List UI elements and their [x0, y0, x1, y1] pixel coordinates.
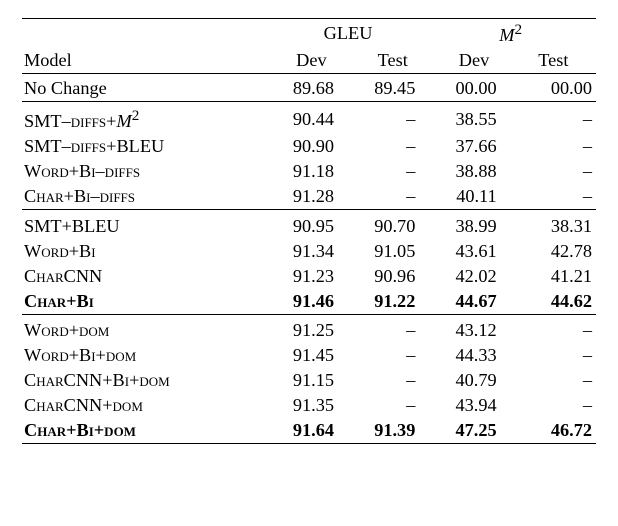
- table-row: CharCNN+dom91.35–43.94–: [22, 393, 596, 418]
- value-cell: –: [515, 159, 596, 184]
- value-cell: 38.99: [433, 214, 514, 239]
- value-cell: 90.90: [271, 134, 352, 159]
- value-cell: 91.05: [352, 239, 433, 264]
- value-cell: 41.21: [515, 264, 596, 289]
- value-cell: 44.33: [433, 343, 514, 368]
- value-cell: 90.95: [271, 214, 352, 239]
- gleu-test-header: Test: [352, 48, 433, 74]
- table-row: Word+dom91.25–43.12–: [22, 318, 596, 343]
- table-row: Word+Bi91.3491.0543.6142.78: [22, 239, 596, 264]
- value-cell: –: [515, 184, 596, 210]
- value-cell: 91.22: [352, 289, 433, 315]
- value-cell: –: [352, 159, 433, 184]
- value-cell: –: [352, 343, 433, 368]
- value-cell: 47.25: [433, 418, 514, 444]
- value-cell: 43.12: [433, 318, 514, 343]
- table-row: SMT–diffs+M290.44–38.55–: [22, 105, 596, 134]
- model-name: CharCNN: [22, 264, 271, 289]
- value-cell: 38.88: [433, 159, 514, 184]
- model-name: Word+dom: [22, 318, 271, 343]
- value-cell: 38.31: [515, 214, 596, 239]
- table-row: Char+Bi91.4691.2244.6744.62: [22, 289, 596, 315]
- header-row-1: GLEU M2: [22, 19, 596, 49]
- value-cell: 91.23: [271, 264, 352, 289]
- value-cell: 43.94: [433, 393, 514, 418]
- gleu-header: GLEU: [271, 19, 434, 49]
- value-cell: 89.45: [352, 76, 433, 102]
- model-name: SMT+BLEU: [22, 214, 271, 239]
- value-cell: –: [352, 393, 433, 418]
- m2-dev-header: Dev: [433, 48, 514, 74]
- value-cell: 91.64: [271, 418, 352, 444]
- value-cell: 89.68: [271, 76, 352, 102]
- value-cell: 91.18: [271, 159, 352, 184]
- value-cell: 91.28: [271, 184, 352, 210]
- value-cell: –: [515, 318, 596, 343]
- value-cell: 46.72: [515, 418, 596, 444]
- value-cell: –: [352, 105, 433, 134]
- value-cell: –: [515, 134, 596, 159]
- value-cell: 42.78: [515, 239, 596, 264]
- value-cell: 90.96: [352, 264, 433, 289]
- value-cell: 38.55: [433, 105, 514, 134]
- value-cell: –: [352, 368, 433, 393]
- model-name: Char+Bi–diffs: [22, 184, 271, 210]
- model-name: CharCNN+dom: [22, 393, 271, 418]
- model-name: Char+Bi+dom: [22, 418, 271, 444]
- value-cell: 42.02: [433, 264, 514, 289]
- value-cell: –: [352, 134, 433, 159]
- header-row-2: Model Dev Test Dev Test: [22, 48, 596, 74]
- value-cell: 90.44: [271, 105, 352, 134]
- value-cell: –: [515, 368, 596, 393]
- model-name: SMT–diffs+M2: [22, 105, 271, 134]
- table-row: SMT+BLEU90.9590.7038.9938.31: [22, 214, 596, 239]
- value-cell: –: [515, 393, 596, 418]
- model-name: CharCNN+Bi+dom: [22, 368, 271, 393]
- table-row: Word+Bi–diffs91.18–38.88–: [22, 159, 596, 184]
- table-row: Word+Bi+dom91.45–44.33–: [22, 343, 596, 368]
- value-cell: –: [515, 105, 596, 134]
- value-cell: 37.66: [433, 134, 514, 159]
- model-name: Char+Bi: [22, 289, 271, 315]
- value-cell: 00.00: [433, 76, 514, 102]
- value-cell: 40.79: [433, 368, 514, 393]
- value-cell: 91.35: [271, 393, 352, 418]
- model-name: Word+Bi+dom: [22, 343, 271, 368]
- value-cell: –: [352, 184, 433, 210]
- blank-header: [22, 19, 271, 49]
- value-cell: 44.67: [433, 289, 514, 315]
- results-table: GLEU M2 Model Dev Test Dev Test No Chang…: [22, 18, 596, 446]
- value-cell: 91.45: [271, 343, 352, 368]
- m2-test-header: Test: [515, 48, 596, 74]
- value-cell: –: [352, 318, 433, 343]
- table-row: Char+Bi+dom91.6491.3947.2546.72: [22, 418, 596, 444]
- table-row: SMT–diffs+BLEU90.90–37.66–: [22, 134, 596, 159]
- model-name: SMT–diffs+BLEU: [22, 134, 271, 159]
- table-row: Char+Bi–diffs91.28–40.11–: [22, 184, 596, 210]
- m2-letter: M: [499, 25, 514, 45]
- value-cell: 43.61: [433, 239, 514, 264]
- spacer: [22, 444, 596, 446]
- gleu-dev-header: Dev: [271, 48, 352, 74]
- value-cell: –: [515, 343, 596, 368]
- model-name: Word+Bi–diffs: [22, 159, 271, 184]
- m2-sup: 2: [514, 21, 522, 38]
- table-row: CharCNN91.2390.9642.0241.21: [22, 264, 596, 289]
- value-cell: 00.00: [515, 76, 596, 102]
- value-cell: 91.34: [271, 239, 352, 264]
- value-cell: 90.70: [352, 214, 433, 239]
- value-cell: 44.62: [515, 289, 596, 315]
- value-cell: 91.39: [352, 418, 433, 444]
- model-name: Word+Bi: [22, 239, 271, 264]
- model-name: No Change: [22, 76, 271, 102]
- value-cell: 91.46: [271, 289, 352, 315]
- value-cell: 91.15: [271, 368, 352, 393]
- table-row: CharCNN+Bi+dom91.15–40.79–: [22, 368, 596, 393]
- value-cell: 91.25: [271, 318, 352, 343]
- m2-header: M2: [433, 19, 596, 49]
- model-col-header: Model: [22, 48, 271, 74]
- table-row: No Change89.6889.4500.0000.00: [22, 76, 596, 102]
- value-cell: 40.11: [433, 184, 514, 210]
